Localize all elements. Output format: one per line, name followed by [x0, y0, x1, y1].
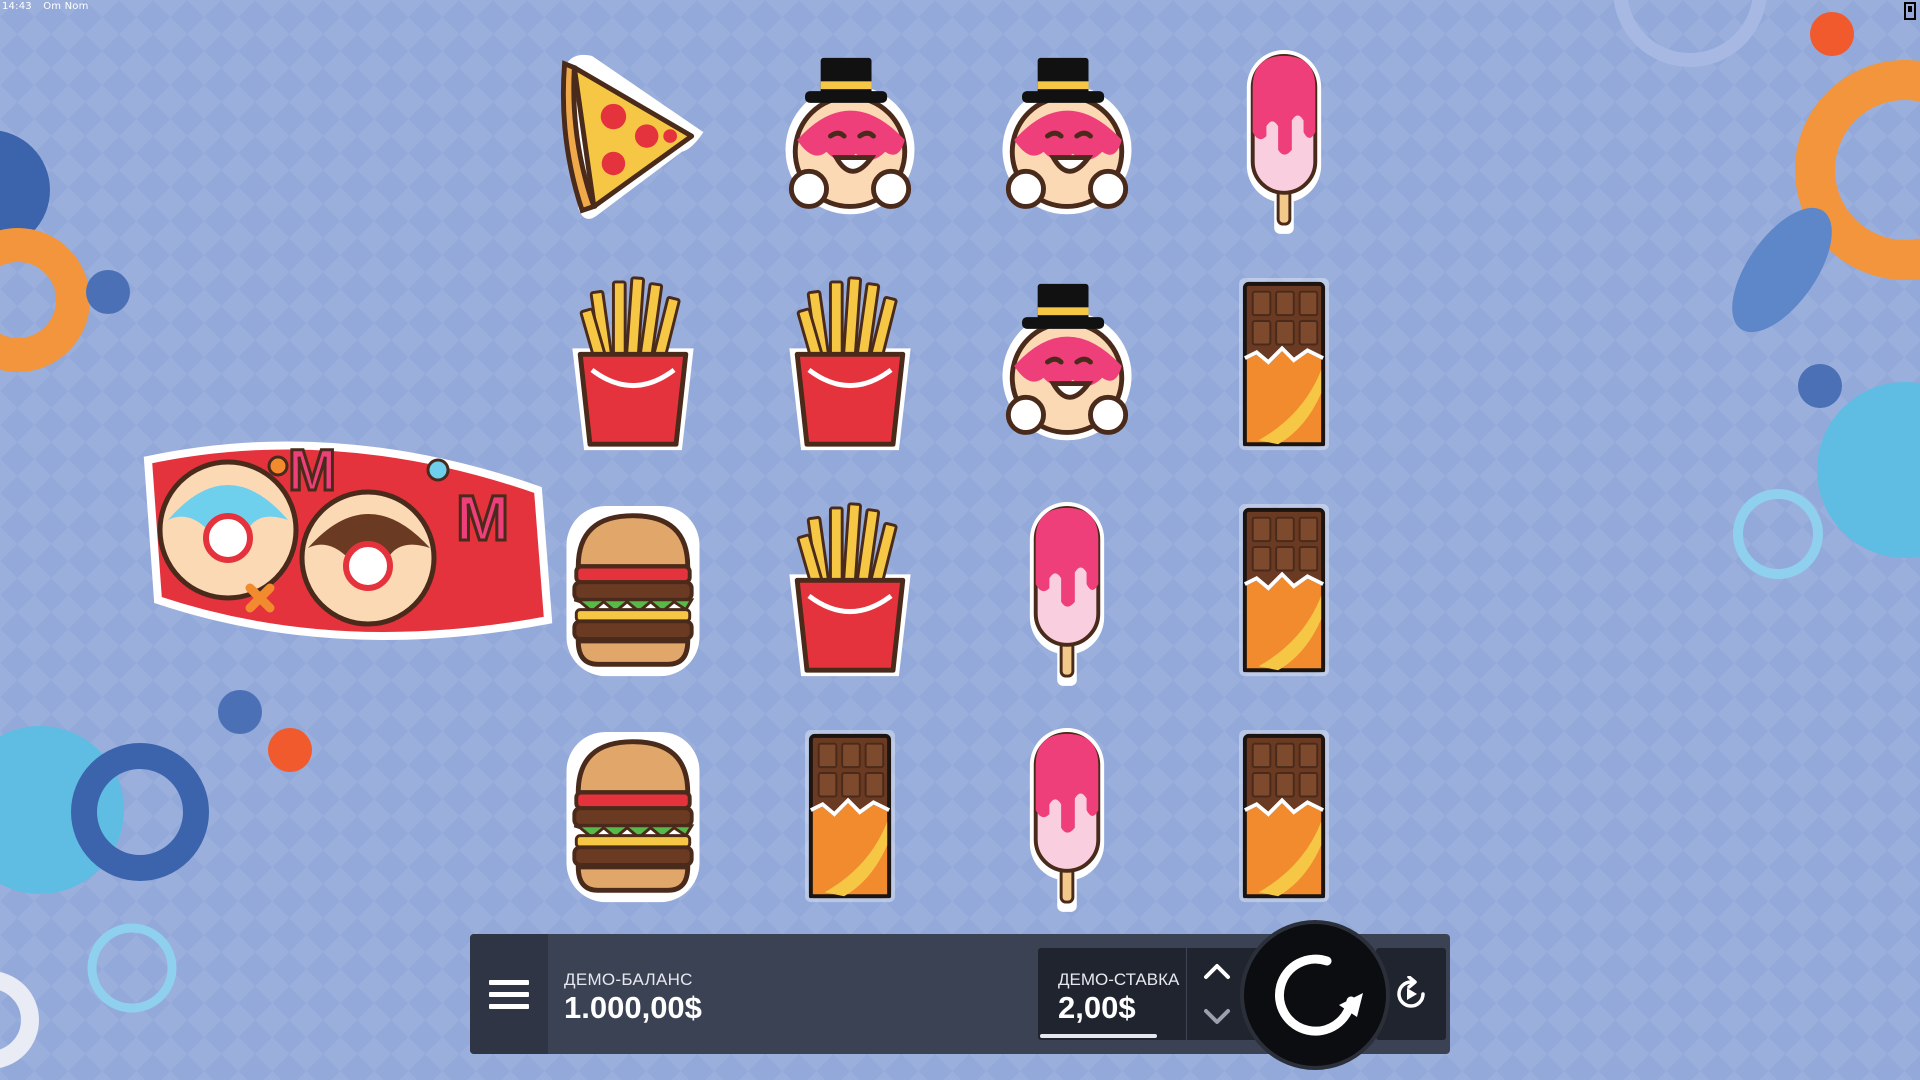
reel-symbol-chocolate-bar — [762, 718, 938, 918]
chocolate-bar-icon — [1237, 728, 1331, 905]
stake-increase-button[interactable] — [1197, 953, 1237, 989]
om-nom-logo-icon: M M — [143, 437, 553, 640]
stake-panel: ДЕМО-СТАВКА 2,00$ — [1038, 948, 1262, 1040]
chocolate-bar-icon — [1237, 502, 1331, 679]
popsicle-icon — [1027, 500, 1107, 688]
fries-icon — [762, 492, 938, 692]
menu-button[interactable] — [470, 934, 548, 1054]
autoplay-icon — [1397, 976, 1425, 1008]
reel-symbol-donut-gentleman — [979, 40, 1155, 240]
svg-text:M: M — [456, 482, 509, 554]
burger-icon — [545, 492, 721, 692]
stake-arrows — [1186, 948, 1246, 1040]
spin-arrow-icon — [1274, 954, 1363, 1036]
reel-symbol-popsicle — [979, 492, 1155, 692]
reel-symbol-chocolate-bar — [1196, 492, 1372, 692]
fries-icon — [762, 266, 938, 466]
reel-symbol-fries — [762, 492, 938, 692]
spin-button[interactable] — [1240, 920, 1390, 1070]
control-bar: ДЕМО-БАЛАНС 1.000,00$ ДЕМО-СТАВКА 2,00$ — [470, 920, 1450, 1070]
stake-label: ДЕМО-СТАВКА — [1058, 970, 1180, 989]
stake-value: 2,00$ — [1058, 990, 1136, 1025]
pizza-icon — [545, 40, 721, 240]
reel-symbol-pizza — [545, 40, 721, 240]
popsicle-icon — [1027, 726, 1107, 914]
burger-icon — [545, 718, 721, 918]
reel-symbol-fries — [762, 266, 938, 466]
svg-text:M: M — [288, 438, 336, 503]
donut-gentleman-icon — [979, 266, 1155, 466]
reel-symbol-donut-gentleman — [762, 40, 938, 240]
stake-level-bar — [1040, 1034, 1157, 1038]
reel-symbol-burger — [545, 492, 721, 692]
reel-symbol-popsicle — [979, 718, 1155, 918]
chocolate-bar-icon — [1237, 276, 1331, 453]
donut-gentleman-icon — [979, 40, 1155, 240]
donut-gentleman-icon — [762, 40, 938, 240]
hamburger-menu-icon — [489, 973, 529, 1016]
chevron-down-icon — [1203, 1009, 1230, 1024]
popsicle-icon — [1244, 48, 1324, 236]
reel-symbol-popsicle — [1196, 40, 1372, 240]
stake-decrease-button[interactable] — [1197, 999, 1237, 1035]
chevron-up-icon — [1203, 964, 1230, 979]
reel-symbol-burger — [545, 718, 721, 918]
reel-symbol-chocolate-bar — [1196, 266, 1372, 466]
reel-symbol-chocolate-bar — [1196, 718, 1372, 918]
balance-value: 1.000,00$ — [564, 990, 702, 1025]
game-logo: M M — [138, 430, 558, 660]
reel-symbol-fries — [545, 266, 721, 466]
reel-grid — [545, 40, 1405, 930]
fries-icon — [545, 266, 721, 466]
chocolate-bar-icon — [803, 728, 897, 905]
reel-symbol-donut-gentleman — [979, 266, 1155, 466]
balance-label: ДЕМО-БАЛАНС — [564, 970, 693, 989]
